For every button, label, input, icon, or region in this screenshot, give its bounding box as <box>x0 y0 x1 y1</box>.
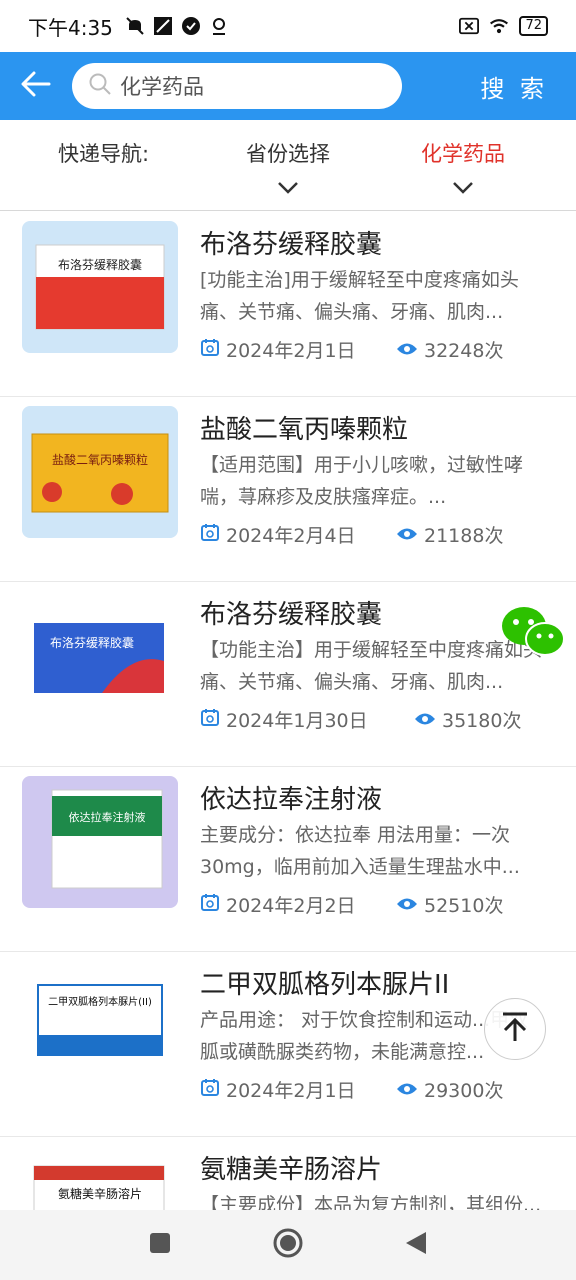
svg-text:布洛芬缓释胶囊: 布洛芬缓释胶囊 <box>50 635 134 650</box>
system-nav-bar <box>0 1210 576 1280</box>
wechat-icon <box>500 607 566 664</box>
back-nav-button[interactable] <box>404 1230 428 1260</box>
check-icon <box>181 16 201 36</box>
product-meta: 2024年2月1日 29300次 <box>200 1076 503 1103</box>
product-meta: 2024年2月4日 21188次 <box>200 521 503 548</box>
list-item[interactable]: 布洛芬缓释胶囊 布洛芬缓释胶囊 【功能主治】用于缓解轻至中度疼痛如头痛、关节痛、… <box>0 582 576 767</box>
category-dropdown[interactable]: 化学药品 <box>421 138 505 200</box>
product-views: 29300次 <box>424 1080 504 1102</box>
chevron-down-icon <box>246 176 330 200</box>
calendar-icon <box>200 707 220 732</box>
back-to-top-button[interactable] <box>484 998 546 1060</box>
battery-indicator: 72 <box>519 16 548 36</box>
product-description: 主要成分：依达拉奉 用法用量：一次30mg，临用前加入适量生理盐水中... <box>200 824 520 878</box>
product-date: 2024年1月30日 <box>226 710 368 732</box>
search-icon <box>88 72 112 100</box>
app-icon <box>153 16 173 36</box>
eye-icon <box>414 709 436 731</box>
product-meta: 2024年1月30日 35180次 <box>200 706 521 733</box>
product-title: 布洛芬缓释胶囊 <box>200 600 383 630</box>
product-image: 二甲双胍格列本脲片(II) <box>22 961 178 1093</box>
calendar-icon <box>200 522 220 547</box>
search-button[interactable]: 搜 索 <box>480 69 548 104</box>
list-item[interactable]: 氨糖美辛肠溶片 氨糖美辛肠溶片 【主要成份】本品为复方制剂，其组份... <box>0 1137 576 1210</box>
list-item[interactable]: 布洛芬缓释胶囊 布洛芬缓释胶囊 [功能主治]用于缓解轻至中度疼痛如头痛、关节痛、… <box>0 212 576 397</box>
calendar-icon <box>200 892 220 917</box>
product-title: 布洛芬缓释胶囊 <box>200 230 383 260</box>
product-image: 依达拉奉注射液 <box>22 776 178 908</box>
product-image: 盐酸二氧丙嗪颗粒 <box>22 406 178 538</box>
arrow-up-icon <box>500 1011 530 1047</box>
svg-text:盐酸二氧丙嗪颗粒: 盐酸二氧丙嗪颗粒 <box>52 452 148 467</box>
product-image: 布洛芬缓释胶囊 <box>22 221 178 353</box>
location-icon <box>209 16 229 36</box>
eye-icon <box>396 1079 418 1101</box>
product-list: 布洛芬缓释胶囊 布洛芬缓释胶囊 [功能主治]用于缓解轻至中度疼痛如头痛、关节痛、… <box>0 212 576 1210</box>
category-dropdown-label: 化学药品 <box>421 142 505 166</box>
eye-icon <box>396 524 418 546</box>
sim-error-icon <box>459 16 480 36</box>
chevron-down-icon <box>421 176 505 200</box>
product-image: 布洛芬缓释胶囊 <box>22 591 178 723</box>
mute-icon <box>125 16 145 36</box>
back-button[interactable] <box>0 52 72 120</box>
product-date: 2024年2月1日 <box>226 1080 356 1102</box>
product-description: 【主要成份】本品为复方制剂，其组份... <box>200 1194 542 1210</box>
svg-text:氨糖美辛肠溶片: 氨糖美辛肠溶片 <box>58 1186 142 1201</box>
filter-bar: 快递导航: 省份选择 化学药品 <box>0 120 576 211</box>
product-title: 二甲双胍格列本脲片II <box>200 970 450 1000</box>
product-date: 2024年2月1日 <box>226 340 356 362</box>
svg-text:布洛芬缓释胶囊: 布洛芬缓释胶囊 <box>58 257 142 272</box>
calendar-icon <box>200 337 220 362</box>
province-dropdown-label: 省份选择 <box>246 142 330 166</box>
eye-icon <box>396 894 418 916</box>
product-views: 21188次 <box>424 525 504 547</box>
list-item[interactable]: 盐酸二氧丙嗪颗粒 盐酸二氧丙嗪颗粒 【适用范围】用于小儿咳嗽，过敏性哮喘，荨麻疹… <box>0 397 576 582</box>
product-description: 【功能主治】用于缓解轻至中度疼痛如头痛、关节痛、偏头痛、牙痛、肌肉... <box>200 639 543 693</box>
wifi-icon <box>489 16 509 36</box>
calendar-icon <box>200 1077 220 1102</box>
eye-icon <box>396 339 418 361</box>
product-title: 依达拉奉注射液 <box>200 785 383 815</box>
product-box-color <box>36 277 164 329</box>
product-description: 【适用范围】用于小儿咳嗽，过敏性哮喘，荨麻疹及皮肤瘙痒症。... <box>200 454 524 508</box>
home-button[interactable] <box>272 1227 304 1263</box>
svg-text:依达拉奉注射液: 依达拉奉注射液 <box>69 810 146 824</box>
wechat-share-button[interactable] <box>500 604 566 660</box>
filter-label: 快递导航: <box>58 142 150 166</box>
status-time: 下午4:35 <box>28 15 113 40</box>
product-date: 2024年2月2日 <box>226 895 356 917</box>
svg-text:二甲双胍格列本脲片(II): 二甲双胍格列本脲片(II) <box>48 995 152 1008</box>
status-bar: 下午4:35 72 <box>0 0 576 52</box>
recent-apps-button[interactable] <box>148 1231 172 1259</box>
product-description: [功能主治]用于缓解轻至中度疼痛如头痛、关节痛、偏头痛、牙痛、肌肉... <box>200 269 519 323</box>
product-views: 32248次 <box>424 340 504 362</box>
product-meta: 2024年2月1日 32248次 <box>200 336 503 363</box>
province-dropdown[interactable]: 省份选择 <box>246 138 330 200</box>
arrow-left-icon <box>21 71 51 101</box>
product-meta: 2024年2月2日 52510次 <box>200 891 503 918</box>
top-header: 化学药品 搜 索 <box>0 52 576 120</box>
product-title: 盐酸二氧丙嗪颗粒 <box>200 415 409 445</box>
product-views: 35180次 <box>442 710 522 732</box>
list-item[interactable]: 依达拉奉注射液 依达拉奉注射液 主要成分：依达拉奉 用法用量：一次30mg，临用… <box>0 767 576 952</box>
product-date: 2024年2月4日 <box>226 525 356 547</box>
search-input[interactable]: 化学药品 <box>72 63 402 109</box>
search-input-value: 化学药品 <box>120 75 204 99</box>
product-title: 氨糖美辛肠溶片 <box>200 1155 383 1185</box>
product-image: 氨糖美辛肠溶片 <box>22 1146 178 1210</box>
product-views: 52510次 <box>424 895 504 917</box>
